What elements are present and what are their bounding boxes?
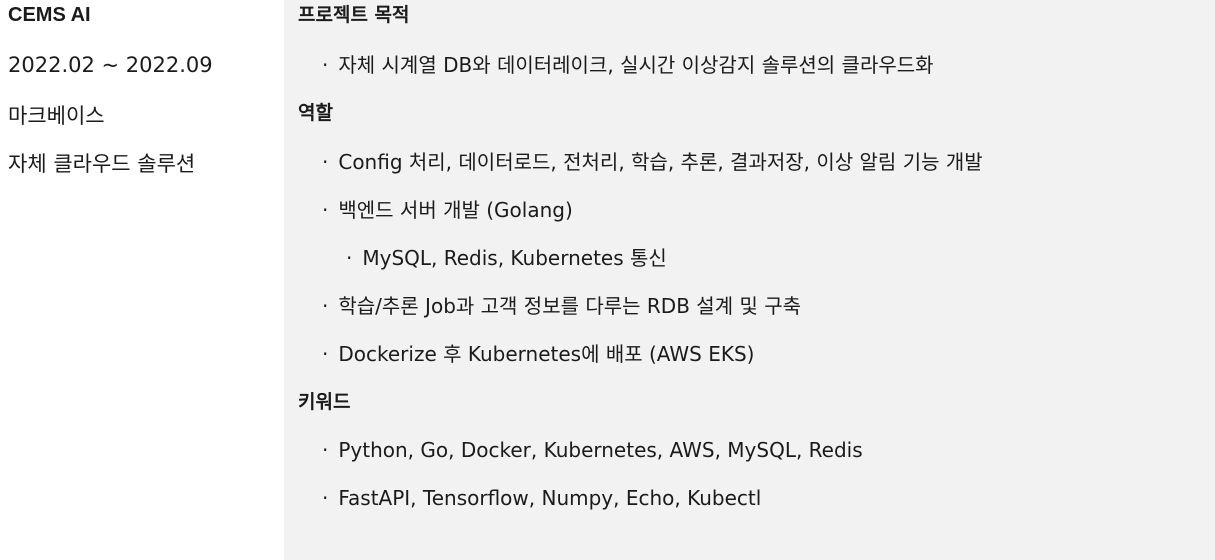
section-heading-role: 역할: [298, 102, 333, 124]
project-name: 자체 클라우드 솔루션: [8, 152, 196, 176]
list-item: · FastAPI, Tensorflow, Numpy, Echo, Kubec…: [322, 488, 761, 508]
bullet-dot: ·: [346, 246, 353, 270]
list-item: · 백엔드 서버 개발 (Golang): [322, 200, 573, 220]
list-item-nested: · MySQL, Redis, Kubernetes 통신: [346, 248, 667, 268]
bullet-dot: ·: [322, 53, 329, 77]
list-item-text: 백엔드 서버 개발 (Golang): [338, 198, 573, 222]
list-item: · 학습/추론 Job과 고객 정보를 다루는 RDB 설계 및 구축: [322, 296, 801, 316]
list-item: · Python, Go, Docker, Kubernetes, AWS, My…: [322, 440, 863, 460]
bullet-dot: ·: [322, 486, 329, 510]
project-details: 프로젝트 목적 · 자체 시계열 DB와 데이터레이크, 실시간 이상감지 솔루션…: [284, 0, 1215, 560]
client-name: 마크베이스: [8, 104, 105, 128]
list-item-text: 자체 시계열 DB와 데이터레이크, 실시간 이상감지 솔루션의 클라우드화: [338, 53, 934, 77]
list-item: · Config 처리, 데이터로드, 전처리, 학습, 추론, 결과저장, 이상…: [322, 152, 983, 172]
section-heading-keywords: 키워드: [298, 391, 351, 413]
bullet-dot: ·: [322, 342, 329, 366]
list-item: · 자체 시계열 DB와 데이터레이크, 실시간 이상감지 솔루션의 클라우드화: [322, 55, 934, 75]
list-item-text: Config 처리, 데이터로드, 전처리, 학습, 추론, 결과저장, 이상 …: [338, 150, 983, 174]
project-period: 2022.02 ~ 2022.09: [8, 53, 213, 77]
list-item: · Dockerize 후 Kubernetes에 배포 (AWS EKS): [322, 344, 754, 364]
list-item-text: 학습/추론 Job과 고객 정보를 다루는 RDB 설계 및 구축: [338, 294, 802, 318]
list-item-text: Python, Go, Docker, Kubernetes, AWS, MyS…: [338, 438, 863, 462]
bullet-dot: ·: [322, 150, 329, 174]
list-item-text: FastAPI, Tensorflow, Numpy, Echo, Kubect…: [338, 486, 762, 510]
section-heading-purpose: 프로젝트 목적: [298, 4, 410, 26]
list-item-text: MySQL, Redis, Kubernetes 통신: [362, 246, 667, 270]
bullet-dot: ·: [322, 294, 329, 318]
bullet-dot: ·: [322, 198, 329, 222]
resume-page: CEMS AI 2022.02 ~ 2022.09 마크베이스 자체 클라우드 …: [0, 0, 1215, 560]
list-item-text: Dockerize 후 Kubernetes에 배포 (AWS EKS): [338, 342, 755, 366]
company-name: CEMS AI: [8, 4, 91, 26]
bullet-dot: ·: [322, 438, 329, 462]
